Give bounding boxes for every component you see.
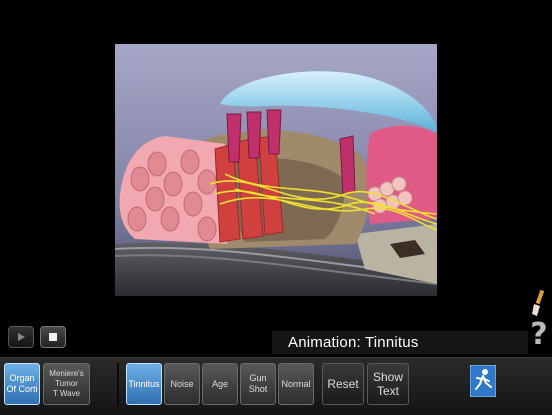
play-button[interactable] [8, 326, 34, 348]
noise-label: Noise [170, 378, 194, 389]
menieres-tumor-label: Meniere's Tumor T Wave [49, 369, 84, 398]
running-figure-icon[interactable] [470, 365, 496, 397]
play-icon [18, 333, 25, 341]
tinnitus-button[interactable]: Tinnitus [126, 363, 162, 405]
age-label: Age [211, 378, 228, 389]
menieres-tumor-button[interactable]: Meniere's Tumor T Wave [43, 363, 90, 405]
organ-of-corti-label: Organ Of Corti [6, 373, 38, 394]
reset-button[interactable]: Reset [322, 363, 364, 405]
tinnitus-label: Tinnitus [128, 378, 160, 389]
organ-of-corti-illustration [115, 44, 437, 296]
normal-label: Normal [281, 378, 311, 389]
show-text-label: Show Text [372, 370, 404, 398]
age-button[interactable]: Age [202, 363, 238, 405]
show-text-button[interactable]: Show Text [367, 363, 409, 405]
gun-shot-button[interactable]: Gun Shot [240, 363, 276, 405]
gun-shot-label: Gun Shot [248, 373, 268, 394]
normal-button[interactable]: Normal [278, 363, 314, 405]
help-icon[interactable]: ? [528, 318, 550, 352]
reset-label: Reset [327, 377, 359, 391]
animation-caption: Animation: Tinnitus [272, 331, 528, 354]
paintbrush-icon[interactable] [531, 290, 547, 316]
stop-button[interactable] [40, 326, 66, 348]
noise-button[interactable]: Noise [164, 363, 200, 405]
stop-icon [49, 333, 57, 341]
toolbar-divider [117, 363, 119, 405]
organ-of-corti-button[interactable]: Organ Of Corti [4, 363, 40, 405]
